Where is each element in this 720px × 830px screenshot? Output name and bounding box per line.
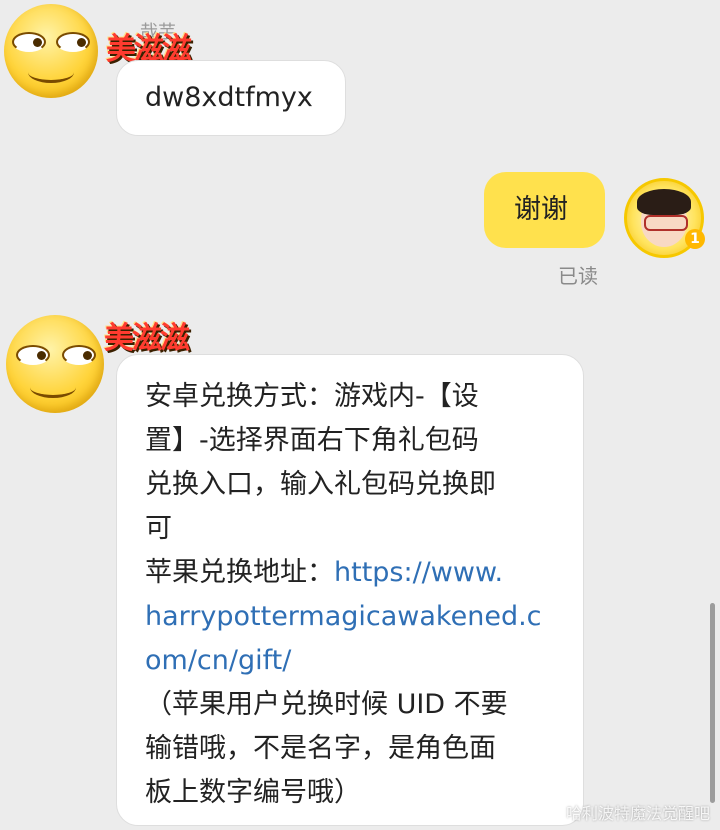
read-receipt: 已读 [558, 264, 598, 288]
message-line: 兑换入口，输入礼包码兑换即 [145, 469, 496, 500]
smile-icon [28, 62, 74, 83]
watermark: 哈利波特魔法觉醒吧 [565, 804, 710, 823]
message-bubble[interactable]: dw8xdtfmyx [116, 60, 346, 136]
message-line-prefix: 苹果兑换地址： [145, 557, 334, 588]
right-eye-icon [56, 32, 90, 52]
avatar-hair [637, 189, 691, 215]
message-text: dw8xdtfmyx [145, 82, 313, 113]
message-line: 苹果兑换地址：https://www. [145, 551, 575, 595]
message-text: 安卓兑换方式：游戏内-【设 置】-选择界面右下角礼包码 兑换入口，输入礼包码兑换… [145, 375, 575, 815]
my-message-bubble[interactable]: 谢谢 [484, 172, 605, 248]
smile-icon [30, 377, 76, 398]
scrollbar[interactable] [710, 603, 715, 803]
my-avatar[interactable]: 1 [624, 178, 705, 258]
right-eye-icon [62, 345, 96, 365]
gift-link[interactable]: https://www. [334, 557, 503, 588]
message-line: 安卓兑换方式：游戏内-【设 [145, 381, 479, 412]
message-line: 可 [145, 513, 172, 544]
level-badge: 1 [685, 229, 705, 249]
sender-avatar[interactable] [4, 4, 98, 98]
sender-name: 美滋滋 [104, 321, 190, 356]
gift-link[interactable]: harrypottermagicawakened.c [145, 595, 575, 639]
message-bubble[interactable]: 安卓兑换方式：游戏内-【设 置】-选择界面右下角礼包码 兑换入口，输入礼包码兑换… [116, 354, 584, 826]
glasses-icon [644, 215, 688, 231]
left-eye-icon [12, 32, 46, 52]
message-line: 置】-选择界面右下角礼包码 [145, 425, 479, 456]
message-line: （苹果用户兑换时候 UID 不要 [145, 689, 508, 720]
sender-avatar[interactable] [6, 315, 104, 413]
message-text: 谢谢 [514, 194, 568, 225]
left-eye-icon [16, 345, 50, 365]
message-line: 输错哦，不是名字，是角色面 [145, 733, 496, 764]
gift-link[interactable]: om/cn/gift/ [145, 639, 575, 683]
message-line: 板上数字编号哦） [145, 777, 361, 808]
